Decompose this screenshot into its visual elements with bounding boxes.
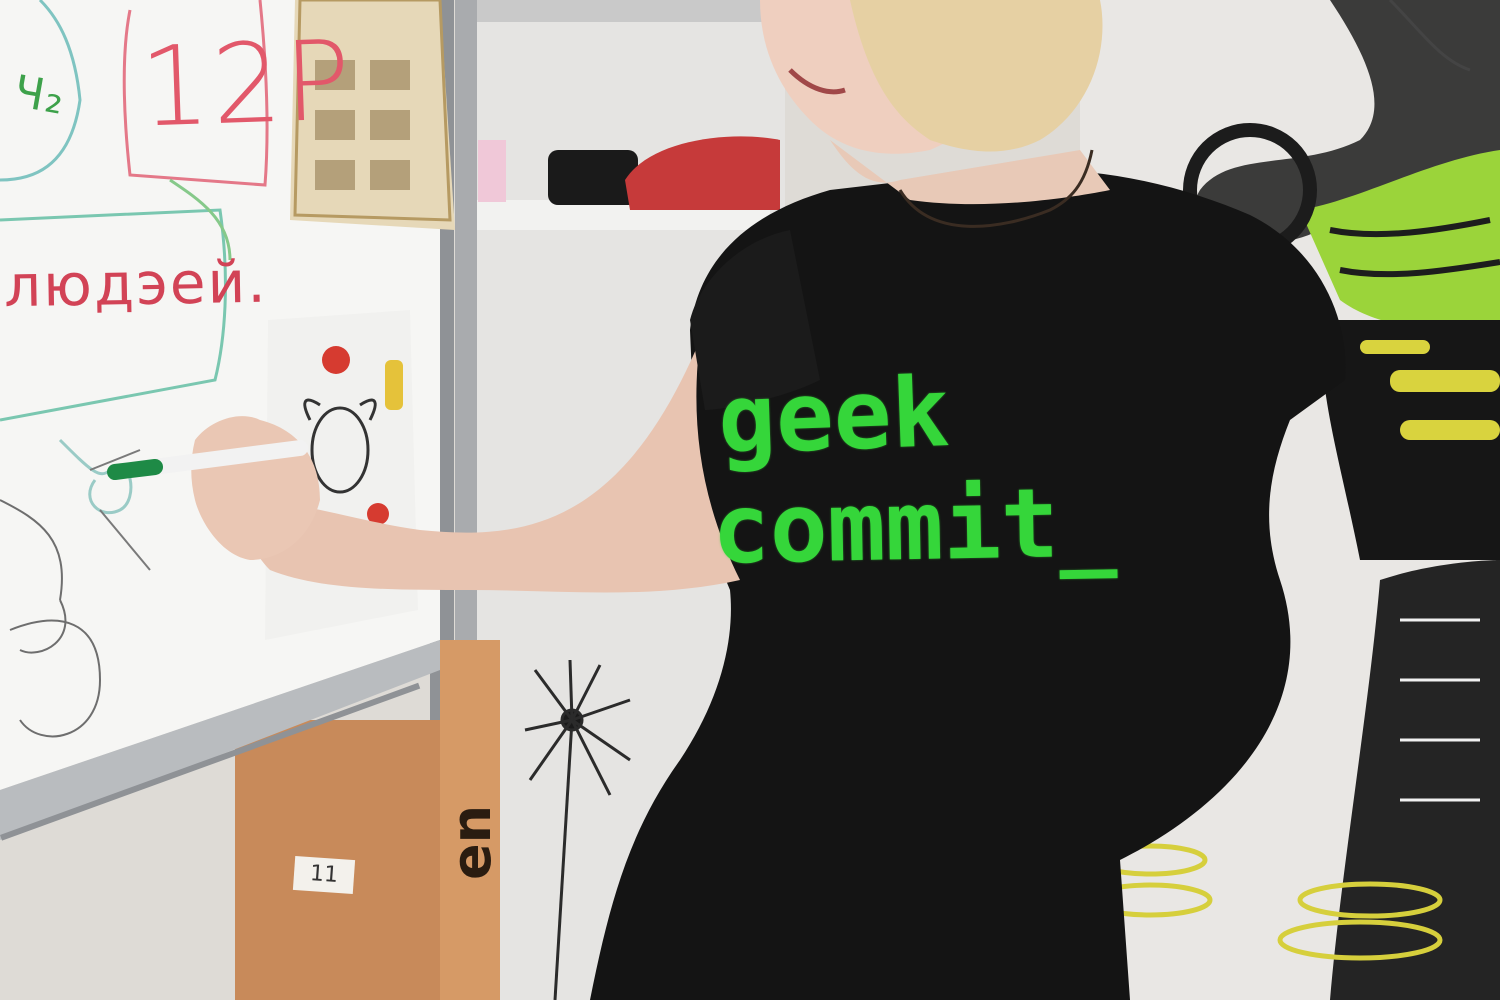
photo-scene: 12P Ч₂ людэей. 11 en geek commit_ [0, 0, 1500, 1000]
shirt-text-line-1: geek [716, 355, 952, 477]
shirt-text-line-2: commit_ [711, 466, 1118, 586]
whiteboard-corner-mark: Ч₂ [9, 65, 70, 126]
box-number-label: 11 [292, 855, 356, 895]
box-brand-text: en [440, 804, 503, 880]
whiteboard-word: людэей. [3, 247, 269, 321]
whiteboard-price-label: 12P [137, 16, 355, 152]
